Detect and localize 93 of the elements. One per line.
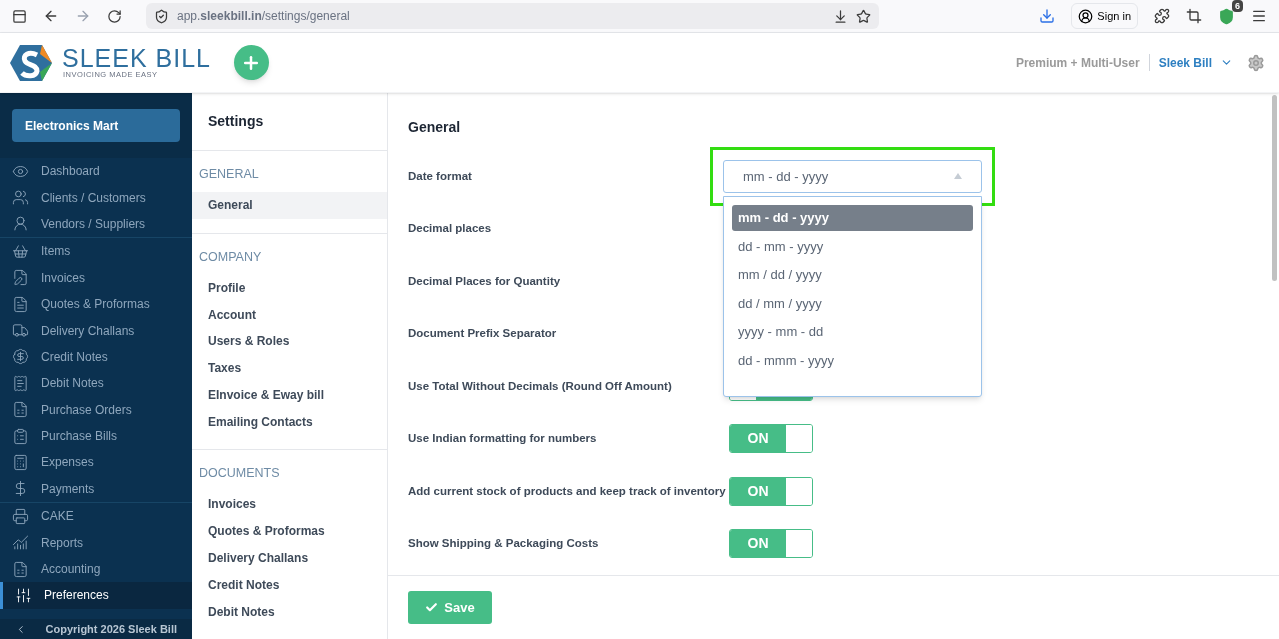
check-icon: [425, 601, 439, 614]
dollar-badge-icon: [12, 348, 29, 366]
settings-nav-item[interactable]: Invoices: [192, 491, 387, 518]
calculator-icon: [12, 454, 29, 471]
printer-icon: [12, 507, 29, 525]
sidebar-item[interactable]: Invoices: [0, 264, 192, 291]
settings-nav-item[interactable]: Delivery Challans: [192, 544, 387, 572]
setting-label: Add current stock of products and keep track of inventory: [408, 483, 727, 499]
settings-nav-item[interactable]: Users & Roles: [192, 328, 387, 355]
back-icon[interactable]: [43, 8, 59, 24]
document-icon: [12, 295, 29, 313]
settings-nav-item[interactable]: Debit Notes: [192, 598, 387, 625]
setting-label: Document Prefix Separator: [408, 326, 558, 342]
url-text: app.sleekbill.in/settings/general: [177, 8, 351, 25]
setting-label: Decimal Places for Quantity: [408, 273, 562, 289]
settings-nav-item[interactable]: Account: [192, 301, 387, 329]
sidebar-item[interactable]: Purchase Bills: [0, 422, 192, 450]
truck-icon: [12, 322, 29, 340]
sidebar-item[interactable]: Clients / Customers: [0, 184, 192, 211]
section-heading: GENERAL: [198, 166, 260, 184]
section-heading: COMPANY: [198, 248, 263, 266]
sidebar-item[interactable]: Debit Notes: [0, 370, 192, 397]
clipboard-icon: [12, 427, 29, 445]
logo-name: SLEEK BILL: [62, 46, 211, 72]
settings-title: Settings: [192, 93, 387, 152]
account-dropdown[interactable]: Sleek Bill: [1158, 53, 1233, 72]
plan-label: Premium + Multi-User: [1015, 54, 1140, 72]
setting-label: Decimal places: [408, 221, 493, 237]
sidebar-item[interactable]: Expenses: [0, 449, 192, 476]
dropdown-option[interactable]: dd / mm / yyyy: [732, 290, 973, 317]
person-icon: [12, 215, 29, 233]
address-bar[interactable]: app.sleekbill.in/settings/general: [146, 3, 879, 29]
extension-badge: 6: [1232, 0, 1243, 12]
settings-nav-item[interactable]: Profile: [192, 274, 387, 302]
ledger-icon: [12, 560, 29, 578]
setting-label: Use Total Without Decimals (Round Off Amount): [408, 378, 673, 394]
toggle-label: ON: [730, 530, 786, 558]
settings-nav-item[interactable]: Taxes: [192, 354, 387, 382]
settings-icon[interactable]: [1247, 53, 1265, 72]
menu-icon[interactable]: [1251, 8, 1267, 24]
toggle-label: ON: [730, 477, 786, 505]
dropdown-option[interactable]: mm - dd - yyyy: [732, 204, 973, 231]
sidebar-item[interactable]: Delivery Challans: [0, 317, 192, 344]
sidebar-item[interactable]: CAKE: [0, 503, 192, 530]
dropdown-option[interactable]: dd - mm - yyyy: [732, 233, 973, 260]
sidebar-item[interactable]: Credit Notes: [0, 343, 192, 371]
sidebar-item[interactable]: Quotes & Proformas: [0, 290, 192, 318]
dropdown-option[interactable]: mm / dd / yyyy: [732, 261, 973, 288]
sidebar-item[interactable]: Accounting: [0, 555, 192, 583]
crop-icon[interactable]: [1186, 8, 1202, 24]
settings-nav-item[interactable]: Quotes & Proformas: [192, 517, 387, 545]
receipt-icon: [12, 374, 29, 392]
sliders-icon: [15, 586, 32, 604]
chart-icon: [12, 534, 29, 552]
account-icon: [1078, 8, 1094, 24]
sidebar-item[interactable]: Items: [0, 238, 192, 265]
save-page-icon[interactable]: [833, 8, 848, 24]
logo-icon: [10, 43, 52, 82]
sidebar-item[interactable]: Preferences: [0, 582, 192, 609]
dropdown-option[interactable]: yyyy - mm - dd: [732, 318, 973, 345]
sidebar-item[interactable]: Dashboard: [0, 158, 192, 185]
setting-label: Date format: [408, 168, 473, 184]
setting-label: Use Indian formatting for numbers: [408, 431, 598, 447]
shield-icon: [154, 8, 169, 24]
caret-icon: [954, 173, 962, 180]
date-format-select[interactable]: mm - dd - yyyy: [723, 159, 982, 193]
section-heading: DOCUMENTS: [198, 465, 281, 483]
page-title: General: [408, 118, 462, 137]
sidebar-item[interactable]: Vendors / Suppliers: [0, 210, 192, 238]
bookmark-star-icon[interactable]: [856, 8, 871, 24]
setting-label: Show Shipping & Packaging Costs: [408, 536, 600, 552]
spreadsheet-icon: [12, 401, 29, 419]
reload-icon[interactable]: [107, 8, 122, 24]
dropdown-option[interactable]: dd - mmm - yyyy: [732, 347, 973, 374]
company-button[interactable]: Electronics Mart: [12, 109, 180, 142]
sidebar-item[interactable]: Reports: [0, 529, 192, 556]
settings-nav-item[interactable]: EInvoice & Eway bill: [192, 381, 387, 409]
people-icon: [12, 189, 29, 207]
tabs-icon[interactable]: [12, 8, 27, 24]
sidebar-item[interactable]: Payments: [0, 475, 192, 503]
document-pen-icon: [12, 269, 29, 287]
shield-extension-icon[interactable]: [1218, 7, 1235, 25]
sign-in-button[interactable]: Sign in: [1071, 3, 1138, 29]
download-icon[interactable]: [1039, 8, 1056, 24]
settings-nav-item[interactable]: General: [192, 191, 387, 219]
settings-nav-item[interactable]: Credit Notes: [192, 571, 387, 599]
sidebar-item[interactable]: Purchase Orders: [0, 396, 192, 423]
basket-icon: [12, 242, 29, 260]
settings-nav-item[interactable]: Emailing Contacts: [192, 408, 387, 436]
scrollbar-icon[interactable]: [1272, 95, 1277, 281]
copyright-text: Copyright 2026 Sleek Bill: [45, 621, 177, 637]
extensions-icon[interactable]: [1154, 8, 1170, 24]
toggle-label: ON: [730, 425, 786, 453]
